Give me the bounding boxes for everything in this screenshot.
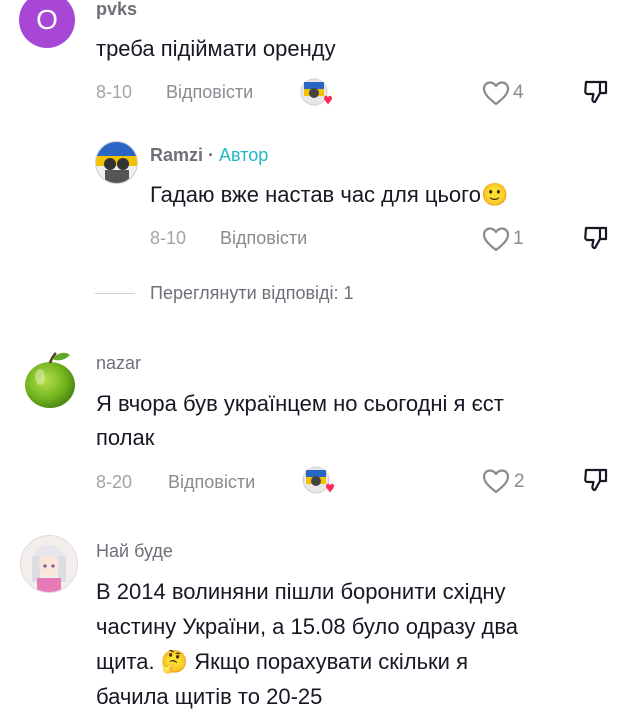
avatar-letter: O	[36, 4, 58, 35]
like-count: 1	[513, 228, 524, 249]
author-badge: Автор	[219, 145, 269, 165]
comment-text-line-4: бачила щитів то 20-25	[96, 684, 323, 709]
thinking-emoji: 🤔	[160, 650, 189, 675]
creator-liked-icon	[300, 78, 334, 108]
thumbs-down-icon[interactable]	[582, 224, 610, 252]
comment-date: 8-10	[96, 82, 133, 102]
avatar-nazar[interactable]	[22, 347, 78, 411]
avatar-ramzi[interactable]	[95, 141, 138, 184]
avatar-pvks[interactable]: O	[19, 0, 75, 48]
avatar-nai-bude[interactable]	[20, 535, 78, 593]
comment-text-line-2: частину України, а 15.08 було одразу два	[96, 614, 519, 639]
comment-date: 8-10	[150, 228, 187, 248]
reply-button[interactable]: Відповісти	[168, 472, 255, 493]
separator-dot: ·	[208, 145, 215, 165]
comment-text-line-1: Я вчора був українцем но сьогодні я єст	[96, 391, 504, 416]
comment-text-line-2: полак	[96, 425, 155, 450]
comment-text-line-1: В 2014 волиняни пішли боронити східну	[96, 579, 506, 604]
heart-outline-icon[interactable]	[482, 468, 510, 494]
like-count: 4	[513, 82, 524, 103]
smile-emoji: 🙂	[480, 183, 509, 208]
reply-button[interactable]: Відповісти	[166, 82, 253, 103]
comment-username[interactable]: Най буде	[96, 541, 173, 562]
comment-text-line-3a: щита.	[96, 649, 155, 674]
comment-username[interactable]: pvks	[96, 0, 137, 20]
comment-username[interactable]: nazar	[96, 353, 141, 374]
heart-outline-icon[interactable]	[482, 80, 510, 106]
creator-liked-icon	[302, 466, 336, 496]
thumbs-down-icon[interactable]	[582, 466, 610, 494]
comment-text-line-3b: Якщо порахувати скільки я	[194, 649, 468, 674]
divider	[95, 293, 135, 294]
comment-username[interactable]: Ramzi	[150, 145, 203, 165]
comment-text: треба підіймати оренду	[96, 36, 336, 61]
reply-button[interactable]: Відповісти	[220, 228, 307, 249]
heart-outline-icon[interactable]	[482, 226, 510, 252]
comment-text: Гадаю вже настав час для цього	[150, 182, 481, 207]
comment-date: 8-20	[96, 472, 133, 492]
like-count: 2	[514, 471, 525, 492]
view-replies-link[interactable]: Переглянути відповіді: 1	[150, 283, 354, 304]
thumbs-down-icon[interactable]	[582, 78, 610, 106]
